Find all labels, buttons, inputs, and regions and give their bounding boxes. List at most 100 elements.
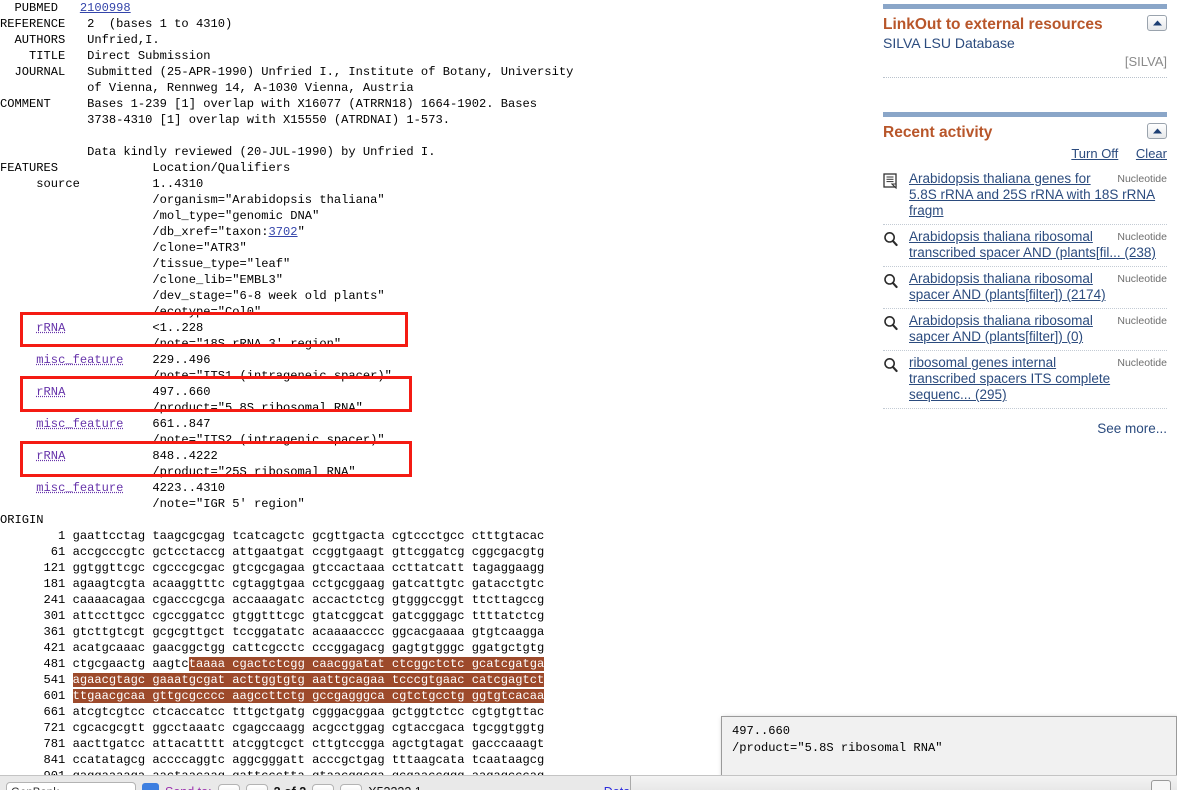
sequence-line: 541 agaacgtagc gaaatgcgat acttggtgtg aat… [0, 673, 545, 687]
recent-activity-collapse-button[interactable] [1147, 123, 1167, 139]
send-to-link[interactable]: Send to: [165, 785, 212, 790]
search-icon [884, 232, 898, 247]
linkout-item-silva[interactable]: SILVA LSU Database [883, 35, 1015, 51]
recent-activity-actions: Turn Off Clear [883, 146, 1167, 161]
search-icon [884, 358, 898, 373]
clear-button[interactable]: Clear [1136, 146, 1167, 161]
record-line-dbxref: /db_xref="taxon:3702" [0, 225, 305, 239]
page-indicator: 2 of 2 [274, 785, 307, 790]
portlet-rule [883, 112, 1167, 117]
search-icon [884, 274, 898, 289]
search-icon-wrapper [883, 355, 901, 376]
pubmed-link[interactable]: 2100998 [80, 1, 131, 15]
feature-qualifier-misc-igr: /note="IGR 5' region" [0, 496, 875, 512]
sequence-line: 481 ctgcgaactg aagtctaaaa cgactctcgg caa… [0, 657, 545, 671]
list-item-title[interactable]: Arabidopsis thaliana ribosomal spacer AN… [909, 271, 1106, 302]
feature-row-misc-its1: misc_feature 229..496 [0, 352, 875, 368]
next-page-button[interactable] [312, 783, 335, 790]
feature-row-misc-igr: misc_feature 4223..4310 [0, 480, 875, 496]
record-line-journal: JOURNAL Submitted (25-APR-1990) Unfried … [0, 65, 574, 79]
list-item-title[interactable]: ribosomal genes internal transcribed spa… [909, 355, 1110, 402]
record-line-pubmed: PUBMED 2100998 [0, 1, 131, 15]
feature-qualifier-rrna-25s: /product="25S ribosomal RNA" [0, 464, 875, 480]
record-line-reference: REFERENCE 2 (bases 1 to 4310) [0, 17, 233, 31]
sequence-line: 421 acatgcaaac gaacggctgg cattcgcctc ccc… [0, 641, 545, 655]
search-icon-wrapper [883, 229, 901, 250]
list-item[interactable]: Nucleotide Arabidopsis thaliana ribosomal… [883, 309, 1167, 351]
search-icon-wrapper [883, 313, 901, 334]
feature-key-misc-feature[interactable]: misc_feature [36, 353, 123, 367]
list-item-database: Nucleotide [1117, 231, 1167, 243]
record-line-ecotype: /ecotype="Col0" [0, 305, 262, 319]
feature-key-rrna[interactable]: rRNA [36, 449, 65, 463]
feature-qualifier-text: /note="ITS1 (intrageneic spacer)" [152, 369, 392, 383]
record-line-moltype: /mol_type="genomic DNA" [0, 209, 320, 223]
dropdown-arrow-icon[interactable]: ▾ [142, 783, 159, 790]
tooltip-line-location: 497..660 [732, 724, 791, 738]
record-line-clone: /clone="ATR3" [0, 241, 247, 255]
feature-row-misc-its2: misc_feature 661..847 [0, 416, 875, 432]
linkout-item-tag: [SILVA] [1124, 54, 1167, 69]
record-line-journal-cont: of Vienna, Rennweg 14, A-1030 Vienna, Au… [0, 81, 414, 95]
sequence-line: 361 gtcttgtcgt gcgcgttgct tccggatatc aca… [0, 625, 545, 639]
list-item-database: Nucleotide [1117, 173, 1167, 185]
feature-location: 497..660 [152, 385, 211, 399]
list-item-database: Nucleotide [1117, 273, 1167, 285]
list-item-body: Nucleotide Arabidopsis thaliana ribosomal… [909, 313, 1167, 345]
list-item[interactable]: Nucleotide Arabidopsis thaliana genes for… [883, 167, 1167, 225]
linkout-collapse-button[interactable] [1147, 15, 1167, 31]
list-item[interactable]: Nucleotide Arabidopsis thaliana ribosomal… [883, 225, 1167, 267]
accession-label: X52322.1 [368, 785, 422, 790]
feature-key-misc-feature[interactable]: misc_feature [36, 417, 123, 431]
feature-key-rrna[interactable]: rRNA [36, 385, 65, 399]
feature-qualifier-text: /product="5.8S ribosomal RNA" [152, 401, 363, 415]
turn-off-button[interactable]: Turn Off [1071, 146, 1118, 161]
sequence-line: 241 caaaacagaa cgacccgcga accaaagatc acc… [0, 593, 545, 607]
linkout-title: LinkOut to external resources [883, 16, 1103, 33]
chevron-up-icon [1152, 20, 1162, 26]
record-line-clonelib: /clone_lib="EMBL3" [0, 273, 284, 287]
sequence-line: 181 agaagtcgta acaaggtttc cgtaggtgaa cct… [0, 577, 545, 591]
feature-tooltip: 497..660 /product="5.8S ribosomal RNA" [721, 716, 1177, 778]
feature-qualifier-rrna-18s: /note="18S rRNA 3' region" [0, 336, 875, 352]
display-format-select[interactable]: GenBank [6, 782, 136, 790]
browser-page: PUBMED 2100998 REFERENCE 2 (bases 1 to 43… [0, 0, 1177, 790]
record-line-authors: AUTHORS Unfried,I. [0, 33, 160, 47]
record-line-comment-review: Data kindly reviewed (20-JUL-1990) by Un… [0, 145, 436, 159]
record-line-title: TITLE Direct Submission [0, 49, 211, 63]
last-page-button[interactable] [340, 783, 363, 790]
record-line-comment: COMMENT Bases 1-239 [1] overlap with X16… [0, 97, 538, 111]
list-item-body: Nucleotide ribosomal genes internal trans… [909, 355, 1167, 403]
feature-key-rrna[interactable]: rRNA [36, 321, 65, 335]
feature-row-rrna-18s: rRNA <1..228 [0, 320, 875, 336]
feature-qualifier-text: /note="ITS2 (intragenic spacer)" [152, 433, 385, 447]
list-item[interactable]: Nucleotide Arabidopsis thaliana ribosomal… [883, 267, 1167, 309]
sequence-line: 121 ggtggttcgc cgcccgcgac gtcgcgagaa gtc… [0, 561, 545, 575]
prev-page-button[interactable] [245, 783, 268, 790]
recent-activity-header: Recent activity [883, 123, 1167, 142]
search-icon [884, 316, 898, 331]
linkout-header: LinkOut to external resources [883, 15, 1167, 34]
taxon-link[interactable]: 3702 [269, 225, 298, 239]
feature-location: 4223..4310 [152, 481, 225, 495]
list-item[interactable]: Nucleotide ribosomal genes internal trans… [883, 351, 1167, 409]
record-line-blank [0, 128, 875, 144]
panel-options-button[interactable] [1151, 780, 1171, 790]
column-divider [873, 0, 874, 775]
sequence-line: 61 accgcccgtc gctcctaccg attgaatgat ccgg… [0, 545, 545, 559]
first-page-button[interactable] [217, 783, 240, 790]
list-item-body: Nucleotide Arabidopsis thaliana genes for… [909, 171, 1167, 219]
record-line-devstage: /dev_stage="6-8 week old plants" [0, 289, 385, 303]
feature-qualifier-text: /product="25S ribosomal RNA" [152, 465, 356, 479]
feature-key-misc-feature[interactable]: misc_feature [36, 481, 123, 495]
record-line-tissue: /tissue_type="leaf" [0, 257, 291, 271]
recent-activity-portlet: Recent activity Turn Off Clear Nucleotid… [883, 112, 1167, 436]
list-item-body: Nucleotide Arabidopsis thaliana ribosomal… [909, 229, 1167, 261]
genbank-flatfile: PUBMED 2100998 REFERENCE 2 (bases 1 to 43… [0, 0, 875, 780]
see-more-link[interactable]: See more... [1097, 421, 1167, 436]
bottom-toolbar: GenBank ▾ Send to: 2 of 2 X52322.1 Detai… [0, 775, 1177, 790]
genbank-record-panel: PUBMED 2100998 REFERENCE 2 (bases 1 to 43… [0, 0, 875, 780]
list-item-title[interactable]: Arabidopsis thaliana ribosomal sapcer AN… [909, 313, 1093, 344]
feature-location: 229..496 [152, 353, 211, 367]
